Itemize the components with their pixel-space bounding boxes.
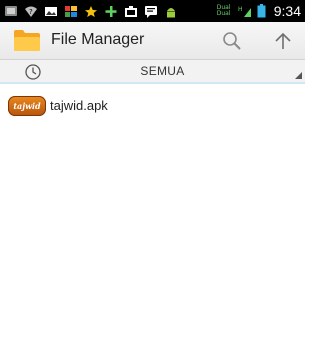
apk-thumbnail-label: tajwid (13, 101, 41, 111)
battery-icon (255, 4, 269, 18)
file-name: tajwid.apk (50, 98, 108, 113)
carrier-line-2: Dual (216, 10, 231, 17)
carrier-label: Dual Dual (217, 5, 235, 17)
search-icon (223, 32, 241, 50)
recent-button[interactable] (24, 63, 42, 81)
star-icon (84, 4, 98, 18)
svg-text:H: H (238, 6, 243, 13)
briefcase-icon (124, 4, 138, 18)
image-icon (44, 4, 58, 18)
file-list: tajwid tajwid.apk (0, 86, 305, 353)
screenshot-icon (4, 4, 18, 18)
filter-bar: SEMUA (0, 60, 305, 84)
signal-icon: H (238, 4, 252, 18)
navigate-up-button[interactable] (270, 29, 296, 53)
action-bar: File Manager (0, 22, 305, 60)
app-title: File Manager (51, 31, 145, 48)
status-indicators: Dual Dual H 9:34 (217, 3, 301, 19)
filter-dropdown[interactable]: SEMUA (50, 60, 305, 82)
arrow-up-icon (275, 32, 291, 49)
apk-thumbnail-icon: tajwid (8, 96, 46, 116)
filter-selected-label: SEMUA (140, 64, 185, 78)
chat-icon (144, 4, 158, 18)
wifi-question-icon: ? (24, 4, 38, 18)
plus-icon (104, 4, 118, 18)
android-icon (164, 4, 178, 18)
status-time: 9:34 (273, 3, 301, 19)
notification-area: ? (4, 4, 217, 18)
folder-icon (13, 28, 41, 52)
dropdown-corner-icon (295, 72, 302, 79)
list-item[interactable]: tajwid tajwid.apk (0, 92, 305, 120)
clock-icon (25, 64, 41, 80)
svg-text:?: ? (29, 8, 33, 16)
status-bar: ? Dual Dual H 9:34 (0, 0, 305, 22)
search-button[interactable] (219, 29, 245, 53)
app-icon (64, 4, 78, 18)
